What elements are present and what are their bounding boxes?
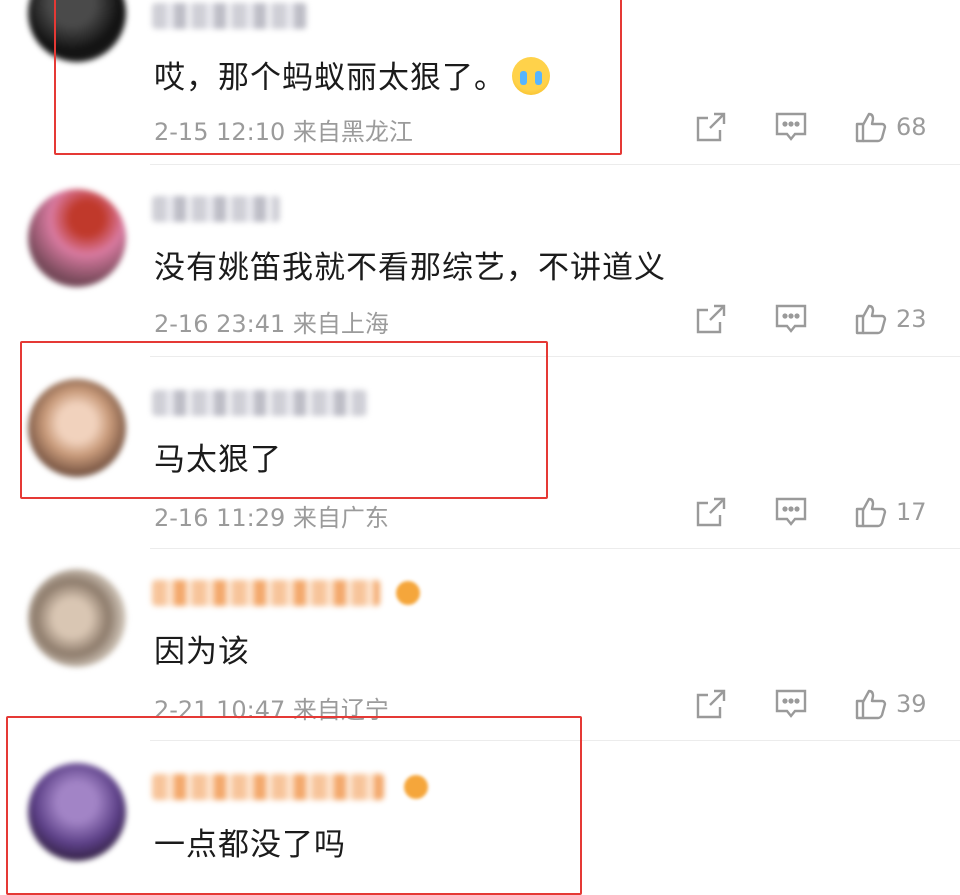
like-count: 23 bbox=[896, 305, 927, 333]
comment-date: 2-15 12:10 bbox=[154, 118, 286, 146]
avatar[interactable] bbox=[28, 569, 126, 667]
comment-item: 没有姚笛我就不看那综艺，不讲道义 2-16 23:41 来自上海 23 bbox=[0, 165, 960, 355]
username-blurred[interactable] bbox=[152, 580, 380, 606]
comment-meta: 2-16 11:29 来自广东 bbox=[154, 498, 389, 533]
comment-date: 2-21 10:47 bbox=[154, 696, 286, 724]
comment-text: 没有姚笛我就不看那综艺，不讲道义 bbox=[154, 250, 666, 286]
thumbs-up-icon[interactable] bbox=[854, 495, 888, 529]
comment-icon[interactable] bbox=[774, 302, 808, 336]
comment-text: 马太狠了 bbox=[154, 442, 282, 478]
share-icon[interactable] bbox=[694, 495, 728, 529]
share-icon[interactable] bbox=[694, 110, 728, 144]
comment-text: 因为该 bbox=[154, 634, 250, 670]
comment-location: 来自广东 bbox=[292, 504, 389, 532]
username-blurred[interactable] bbox=[152, 390, 367, 416]
comment-item: 马太狠了 2-16 11:29 来自广东 17 bbox=[0, 357, 960, 547]
thumbs-up-icon[interactable] bbox=[854, 687, 888, 721]
username-blurred[interactable] bbox=[152, 196, 280, 222]
avatar[interactable] bbox=[28, 0, 126, 62]
avatar[interactable] bbox=[28, 763, 126, 861]
comment-icon[interactable] bbox=[774, 687, 808, 721]
share-icon[interactable] bbox=[694, 687, 728, 721]
comment-text: 一点都没了吗 bbox=[154, 827, 346, 863]
comment-meta: 2-16 23:41 来自上海 bbox=[154, 304, 389, 339]
comment-meta: 2-21 10:47 来自辽宁 bbox=[154, 690, 389, 725]
vip-badge-icon bbox=[404, 775, 428, 799]
like-count: 68 bbox=[896, 113, 927, 141]
thumbs-up-icon[interactable] bbox=[854, 110, 888, 144]
comment-meta: 2-15 12:10 来自黑龙江 bbox=[154, 112, 413, 147]
comment-date: 2-16 11:29 bbox=[154, 504, 286, 532]
comment-actions: 23 bbox=[694, 302, 930, 336]
comment-text: 哎，那个蚂蚁丽太狠了。 bbox=[154, 52, 550, 99]
comment-item: 因为该 2-21 10:47 来自辽宁 39 bbox=[0, 549, 960, 739]
share-icon[interactable] bbox=[694, 302, 728, 336]
comment-icon[interactable] bbox=[774, 495, 808, 529]
comment-item: 哎，那个蚂蚁丽太狠了。 2-15 12:10 来自黑龙江 68 bbox=[0, 0, 960, 163]
username-blurred[interactable] bbox=[152, 774, 384, 800]
crying-face-icon bbox=[512, 56, 550, 95]
vip-badge-icon bbox=[396, 581, 420, 605]
comment-actions: 39 bbox=[694, 687, 930, 721]
like-count: 39 bbox=[896, 690, 927, 718]
avatar[interactable] bbox=[28, 379, 126, 477]
comment-date: 2-16 23:41 bbox=[154, 310, 286, 338]
avatar[interactable] bbox=[28, 189, 126, 287]
comment-actions: 68 bbox=[694, 110, 930, 144]
thumbs-up-icon[interactable] bbox=[854, 302, 888, 336]
like-count: 17 bbox=[896, 498, 927, 526]
comment-location: 来自辽宁 bbox=[292, 696, 389, 724]
comment-location: 来自上海 bbox=[292, 310, 389, 338]
comment-location: 来自黑龙江 bbox=[292, 118, 413, 146]
comment-icon[interactable] bbox=[774, 110, 808, 144]
comment-item: 一点都没了吗 bbox=[0, 741, 960, 883]
username-blurred[interactable] bbox=[152, 3, 307, 29]
comment-actions: 17 bbox=[694, 495, 930, 529]
